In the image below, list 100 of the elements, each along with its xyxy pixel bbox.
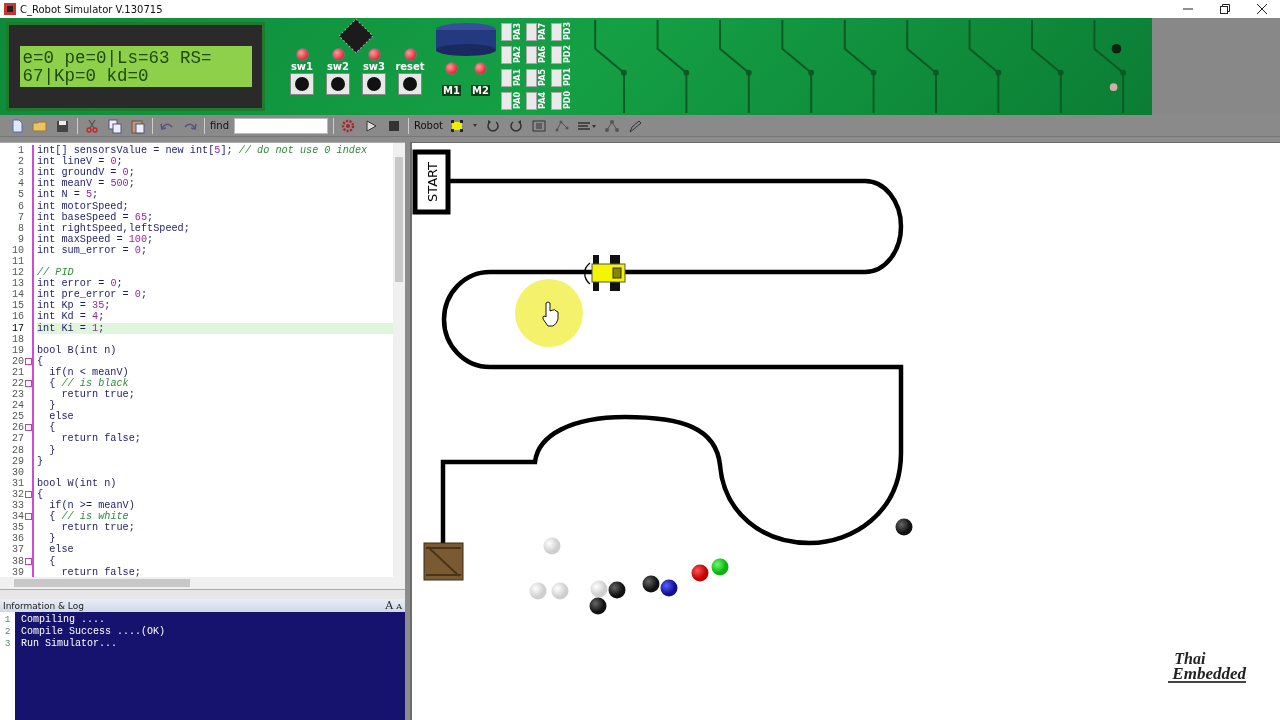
led-light: [445, 62, 459, 75]
cursor-highlight: [515, 279, 583, 347]
code-line: int motorSpeed;: [37, 200, 130, 212]
fold-toggle-icon[interactable]: [25, 357, 32, 365]
search-field[interactable]: [234, 117, 328, 134]
code-line: }: [48, 444, 57, 456]
port-label: PA6: [538, 46, 548, 63]
line-number: 34: [12, 511, 24, 523]
robot-car-drawing: [584, 255, 626, 291]
line-number: 22: [12, 378, 24, 389]
rotate-left-icon[interactable]: [484, 117, 502, 134]
pin-header-icon: [501, 22, 512, 41]
ball: [590, 580, 608, 598]
switch-label: sw1: [290, 61, 314, 73]
line-number: 8: [18, 222, 24, 234]
port-label: PD3: [563, 22, 573, 41]
code-line: int baseSpeed = 65;: [37, 211, 155, 223]
led-light: [473, 62, 487, 75]
line-number: 18: [12, 333, 24, 345]
code-line: {: [48, 422, 57, 434]
code-line: return true;: [60, 522, 136, 534]
line-number: 6: [18, 200, 24, 212]
pin-header-icon: [526, 91, 537, 110]
copy-icon[interactable]: [106, 117, 124, 134]
line-number: 20: [12, 355, 24, 367]
line-number: 26: [12, 422, 24, 434]
pin-header-icon: [551, 68, 562, 87]
switch-label: reset: [395, 61, 425, 73]
robot-icon[interactable]: [448, 117, 466, 134]
line-number: 36: [12, 533, 24, 545]
vertical-scrollbar[interactable]: [393, 143, 405, 577]
port-label: PA0: [513, 92, 523, 109]
line-number: 25: [12, 411, 24, 423]
app-icon: [4, 3, 16, 15]
code-line: int error = 0;: [37, 278, 124, 290]
code-line: else: [48, 411, 75, 423]
fold-toggle-icon[interactable]: [25, 424, 32, 432]
code-line: int groundV = 0;: [37, 167, 136, 179]
line-number: 10: [12, 244, 24, 256]
motor-label: M2: [471, 85, 490, 96]
line-number: 23: [12, 389, 24, 401]
paste-icon[interactable]: [129, 117, 147, 134]
code-line: return false;: [60, 433, 142, 445]
line-number: 33: [12, 500, 24, 512]
gear-icon[interactable]: [339, 117, 357, 134]
push-button[interactable]: [290, 73, 314, 95]
code-line: int Kd = 4;: [37, 311, 106, 323]
port-label: PD1: [563, 68, 573, 87]
log-line: Compile Success ....(OK): [21, 626, 166, 638]
panel-title: Information & Log: [3, 600, 84, 611]
line-number: 16: [12, 311, 24, 323]
code-editor[interactable]: [0, 142, 405, 577]
code-line: int sum_error = 0;: [37, 244, 149, 256]
code-line: { // is black: [48, 378, 130, 390]
line-number: 38: [12, 555, 24, 567]
line-number: 1: [3, 614, 12, 626]
rotate-right-icon[interactable]: [507, 117, 525, 134]
code-line: int rightSpeed,leftSpeed;: [37, 222, 191, 234]
brand-logo: Thai Embedded: [1168, 651, 1246, 683]
fold-toggle-icon[interactable]: [25, 557, 32, 565]
pin-header-icon: [551, 45, 562, 64]
port-label: PA4: [538, 92, 548, 109]
fold-toggle-icon[interactable]: [25, 380, 32, 387]
line-number: 39: [12, 566, 24, 577]
scissors-icon[interactable]: [83, 117, 101, 134]
ball: [895, 518, 913, 536]
fold-toggle-icon[interactable]: [25, 490, 32, 498]
line-number: 28: [12, 444, 24, 456]
line-number: 14: [12, 289, 24, 301]
code-line: int N = 5;: [37, 189, 100, 201]
font-decrease-button[interactable]: A: [396, 600, 402, 612]
log-line: Compiling ....: [21, 614, 106, 626]
find-label: find: [210, 120, 229, 131]
port-label: PA2: [513, 46, 523, 63]
push-button[interactable]: [362, 73, 386, 95]
push-button[interactable]: [326, 73, 350, 95]
code-line: int lineV = 0;: [37, 156, 124, 168]
lcd-text: 67|Kp=0 kd=0: [22, 67, 149, 85]
line-number: 37: [12, 544, 24, 556]
line-number: 24: [12, 400, 24, 412]
port-label: PA7: [538, 23, 548, 40]
hand-cursor-icon: [542, 301, 559, 327]
line-number: 17: [12, 322, 24, 334]
tree-icon[interactable]: [603, 117, 621, 134]
port-label: PD0: [563, 91, 573, 110]
fold-toggle-icon[interactable]: [25, 513, 32, 521]
line-number: 2: [3, 626, 12, 638]
push-button[interactable]: [398, 73, 422, 95]
code-line: {: [37, 488, 45, 500]
horizontal-scrollbar[interactable]: [0, 577, 405, 590]
ball: [551, 582, 569, 600]
port-label: PA3: [513, 23, 523, 40]
log-line: Run Simulator...: [21, 638, 118, 650]
font-increase-button[interactable]: A: [385, 599, 394, 611]
pin-header-icon: [526, 68, 537, 87]
code-line: int maxSpeed = 100;: [37, 233, 155, 245]
pin-header-icon: [551, 22, 562, 41]
code-line: bool B(int n): [37, 344, 118, 356]
line-number: 3: [18, 167, 24, 179]
switch-label: sw3: [362, 61, 386, 73]
